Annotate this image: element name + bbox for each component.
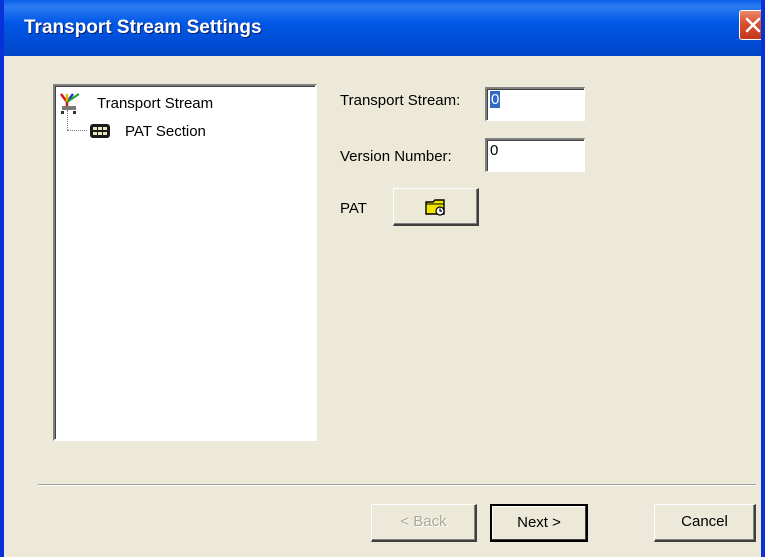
tree-connector	[67, 130, 87, 131]
transport-stream-input[interactable]: 0	[485, 87, 585, 121]
pat-label: PAT	[340, 200, 367, 217]
version-number-input[interactable]: 0	[485, 138, 585, 172]
next-button[interactable]: Next >	[490, 504, 588, 542]
title-bar[interactable]: Transport Stream Settings	[4, 0, 761, 56]
back-button[interactable]: < Back	[371, 504, 477, 542]
version-number-label: Version Number:	[340, 148, 452, 165]
folder-edit-icon	[425, 199, 445, 216]
transport-stream-label: Transport Stream:	[340, 92, 461, 109]
window-title: Transport Stream Settings	[24, 17, 262, 38]
transport-stream-value: 0	[490, 91, 501, 108]
pat-edit-button[interactable]	[393, 188, 479, 226]
transport-stream-icon	[60, 93, 80, 114]
tree-item-label: PAT Section	[125, 123, 206, 140]
footer-separator	[38, 484, 756, 486]
version-number-value: 0	[490, 142, 499, 159]
close-icon	[745, 17, 761, 33]
cancel-button[interactable]: Cancel	[654, 504, 756, 542]
dialog-window: Transport Stream Settings Transport Stre…	[0, 0, 765, 557]
settings-tree[interactable]: Transport Stream PAT Section	[53, 84, 317, 441]
pat-section-icon	[90, 124, 110, 138]
tree-item-label: Transport Stream	[97, 95, 214, 112]
close-button[interactable]	[739, 10, 761, 40]
